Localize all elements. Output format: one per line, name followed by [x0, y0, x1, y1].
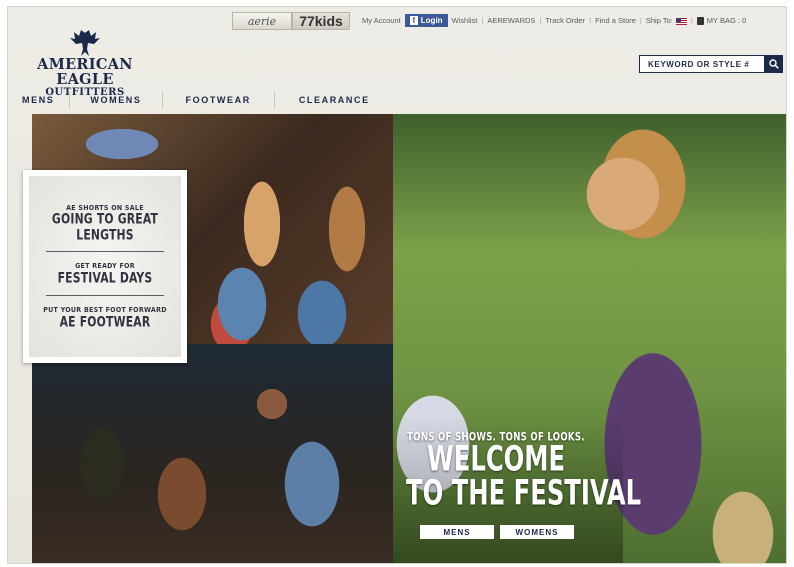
ship-to-label: Ship To:	[645, 16, 673, 25]
promo-panel: AE SHORTS ON SALE GOING TO GREAT LENGTHS…	[29, 176, 181, 357]
search-input[interactable]	[639, 55, 765, 73]
promo-festival[interactable]: GET READY FOR FESTIVAL DAYS	[58, 256, 153, 291]
aerie-brand-tab[interactable]: aerie	[232, 12, 292, 30]
bag-label: MY BAG : 0	[706, 15, 747, 25]
brand-logo[interactable]: AMERICAN EAGLE OUTFITTERS	[20, 29, 150, 98]
track-order-link[interactable]: Track Order	[545, 16, 585, 25]
couple-photo	[32, 344, 393, 563]
festival-womens-button[interactable]: WOMENS	[500, 525, 574, 539]
promo-festival-kicker: GET READY FOR	[75, 262, 135, 270]
promo-shorts-title: GOING TO GREAT LENGTHS	[51, 210, 159, 244]
page-frame: aerie 77kids My Account f Login Wishlist…	[7, 6, 787, 564]
search-button[interactable]	[765, 55, 783, 73]
festival-mens-button[interactable]: MENS	[420, 525, 494, 539]
search-box	[639, 55, 783, 73]
divider: |	[539, 16, 542, 25]
utility-links: My Account f Login Wishlist | AEREWARDS …	[362, 14, 746, 27]
login-label: Login	[420, 16, 443, 25]
my-bag-link[interactable]: MY BAG : 0	[696, 15, 747, 25]
nav-mens[interactable]: MENS	[22, 91, 54, 109]
eagle-logo-icon	[70, 30, 100, 56]
promo-box: AE SHORTS ON SALE GOING TO GREAT LENGTHS…	[23, 170, 187, 363]
nav-divider	[273, 92, 275, 108]
77kids-brand-label: 77kids	[299, 13, 343, 29]
promo-footwear[interactable]: PUT YOUR BEST FOOT FORWARD AE FOOTWEAR	[43, 300, 167, 335]
divider: |	[690, 16, 693, 25]
festival-headline: TONS OF SHOWS. TONS OF LOOKS. WELCOME TO…	[406, 431, 641, 512]
promo-divider	[46, 295, 164, 296]
wishlist-link[interactable]: Wishlist	[452, 16, 478, 25]
nav-footwear[interactable]: FOOTWEAR	[186, 91, 251, 109]
festival-buttons: MENS WOMENS	[420, 525, 574, 539]
nav-clearance[interactable]: CLEARANCE	[299, 91, 370, 109]
main-nav: MENS WOMENS FOOTWEAR CLEARANCE	[8, 91, 370, 109]
divider: |	[589, 16, 592, 25]
promo-divider	[46, 251, 164, 252]
bag-icon	[696, 17, 704, 25]
festival-title-line-2: TO THE FESTIVAL	[406, 473, 642, 514]
promo-festival-title: FESTIVAL DAYS	[57, 269, 153, 287]
nav-divider	[69, 92, 71, 108]
facebook-login-button[interactable]: f Login	[404, 14, 448, 27]
aerie-brand-label: aerie	[247, 14, 277, 28]
divider: |	[639, 16, 642, 25]
us-flag-icon	[675, 17, 687, 25]
find-a-store-link[interactable]: Find a Store	[595, 16, 636, 25]
promo-shorts[interactable]: AE SHORTS ON SALE GOING TO GREAT LENGTHS	[29, 198, 181, 247]
logo-line-1: AMERICAN EAGLE	[37, 56, 133, 88]
promo-footwear-kicker: PUT YOUR BEST FOOT FORWARD	[43, 306, 167, 314]
brand-tabs: aerie 77kids	[232, 12, 350, 30]
nav-divider	[161, 92, 163, 108]
divider: |	[481, 16, 484, 25]
77kids-brand-tab[interactable]: 77kids	[292, 12, 350, 30]
nav-womens[interactable]: WOMENS	[90, 91, 141, 109]
ship-to-selector[interactable]: Ship To:	[646, 16, 687, 25]
my-account-link[interactable]: My Account	[362, 16, 401, 25]
promo-footwear-title: AE FOOTWEAR	[59, 313, 151, 331]
facebook-icon: f	[409, 16, 418, 25]
search-icon	[769, 59, 779, 69]
aerewards-link[interactable]: AEREWARDS	[487, 16, 535, 25]
